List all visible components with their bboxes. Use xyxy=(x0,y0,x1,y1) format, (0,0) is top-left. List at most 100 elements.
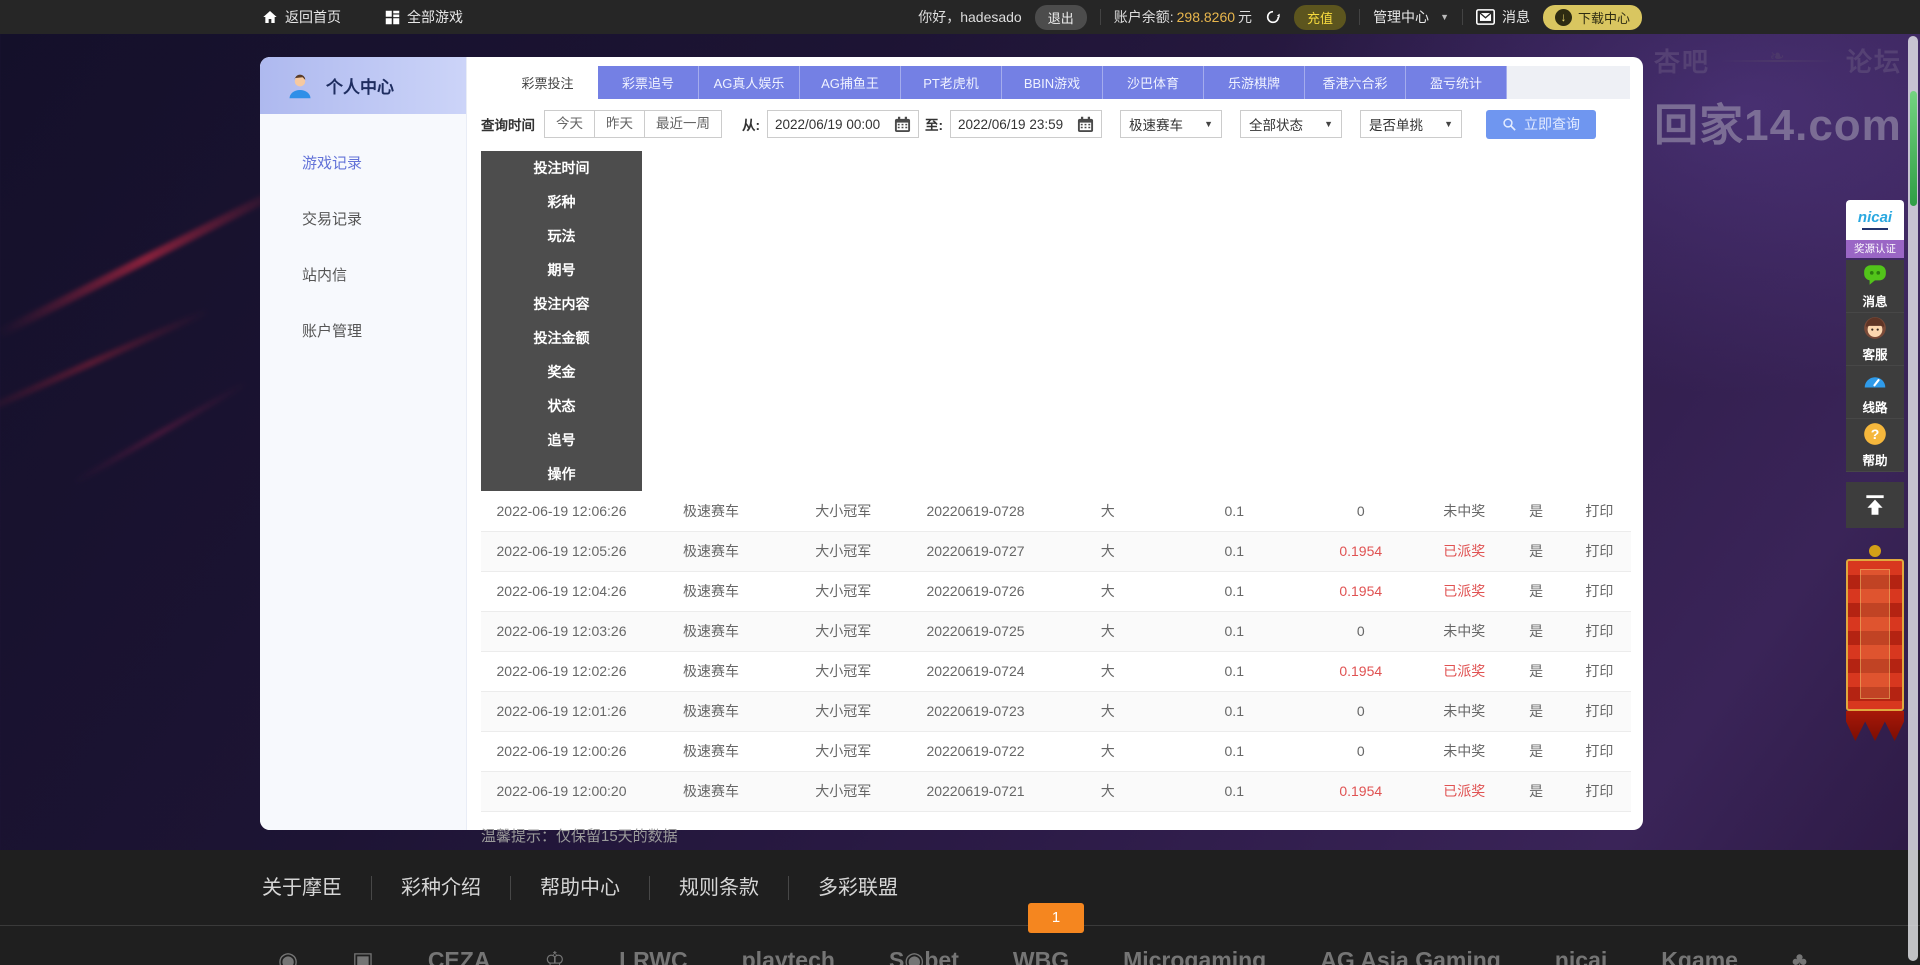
cell-status: 未中奖 xyxy=(1424,691,1505,731)
tab[interactable]: 盈亏统计 xyxy=(1406,66,1507,99)
logout-button[interactable]: 退出 xyxy=(1035,5,1087,30)
cell-play-type: 大小冠军 xyxy=(780,571,907,611)
all-games-link[interactable]: 全部游戏 xyxy=(385,7,463,27)
select-group: 极速赛车 ▼ 全部状态 ▼ 是否单挑 ▼ xyxy=(1102,110,1462,138)
balance-value: 298.8260 xyxy=(1177,9,1235,25)
filter-label: 查询时间 xyxy=(481,114,535,134)
tab[interactable]: AG捕鱼王 xyxy=(800,66,901,99)
nicai-logo-underline xyxy=(1862,228,1888,230)
search-button[interactable]: 立即查询 xyxy=(1486,110,1596,139)
cell-amount: 0.1 xyxy=(1171,531,1298,571)
ornament xyxy=(1718,60,1838,62)
promo-banner[interactable] xyxy=(1846,545,1904,741)
filter-select[interactable]: 极速赛车 ▼ xyxy=(1120,110,1222,138)
partner-logo: Kgame xyxy=(1661,935,1738,965)
tab[interactable]: AG真人娱乐 xyxy=(699,66,800,99)
nicai-cert-badge[interactable]: nicai xyxy=(1846,200,1904,240)
widget-item-service[interactable]: 客服 xyxy=(1846,313,1904,366)
cell-prize: 0.1954 xyxy=(1298,531,1425,571)
top-bar: 返回首页 全部游戏 你好，hadesado 退出 账户余额:298.8260元 … xyxy=(0,0,1920,34)
from-date-input[interactable]: 2022/06/19 00:00 xyxy=(767,110,919,138)
cell-prize: 0.1954 xyxy=(1298,771,1425,811)
cell-chase: 是 xyxy=(1505,491,1568,531)
quick-range-button[interactable]: 昨天 xyxy=(594,110,645,138)
tab[interactable]: BBIN游戏 xyxy=(1002,66,1103,99)
partner-logo: ◉ xyxy=(278,935,298,965)
partner-logo: S◉bet xyxy=(889,935,959,965)
partner-logo: ♣ xyxy=(1792,935,1807,965)
admin-menu[interactable]: 管理中心 ▼ xyxy=(1373,7,1449,27)
widget-item-help[interactable]: ? 帮助 xyxy=(1846,419,1904,472)
cell-prize: 0 xyxy=(1298,491,1425,531)
filter-select[interactable]: 全部状态 ▼ xyxy=(1240,110,1342,138)
tab[interactable]: 香港六合彩 xyxy=(1305,66,1406,99)
download-button[interactable]: ↓ 下载中心 xyxy=(1543,5,1642,30)
quick-range-button[interactable]: 最近一周 xyxy=(644,110,722,138)
sidebar-item[interactable]: 站内信 xyxy=(260,248,466,304)
scrollbar-track[interactable] xyxy=(1908,36,1918,961)
tab[interactable]: PT老虎机 xyxy=(901,66,1002,99)
tab-bar: 彩票投注彩票追号AG真人娱乐AG捕鱼王PT老虎机BBIN游戏沙巴体育乐游棋牌香港… xyxy=(497,66,1630,99)
print-link[interactable]: 打印 xyxy=(1568,491,1631,531)
widget-item-lines[interactable]: 线路 xyxy=(1846,366,1904,419)
partner-logo: LRWC xyxy=(619,935,688,965)
table-row: 2022-06-19 12:00:26 极速赛车 大小冠军 20220619-0… xyxy=(481,731,1631,771)
footer-link[interactable]: 帮助中心 xyxy=(510,876,649,900)
print-link[interactable]: 打印 xyxy=(1568,691,1631,731)
widget-item-label: 帮助 xyxy=(1862,450,1887,469)
cell-bet-time: 2022-06-19 12:03:26 xyxy=(481,611,642,651)
cell-bet-time: 2022-06-19 12:00:20 xyxy=(481,771,642,811)
back-to-top-button[interactable] xyxy=(1846,482,1904,528)
home-link[interactable]: 返回首页 xyxy=(262,7,341,27)
partner-logo: AG Asia Gaming xyxy=(1320,935,1501,965)
sidebar-item[interactable]: 交易记录 xyxy=(260,192,466,248)
sidebar-menu: 游戏记录交易记录站内信账户管理 xyxy=(260,114,466,360)
table-row: 2022-06-19 12:01:26 极速赛车 大小冠军 20220619-0… xyxy=(481,691,1631,731)
tab[interactable]: 乐游棋牌 xyxy=(1204,66,1305,99)
page-button[interactable]: 1 xyxy=(1028,903,1084,933)
footer-link[interactable]: 关于摩臣 xyxy=(262,876,371,900)
cell-chase: 是 xyxy=(1505,691,1568,731)
balance-unit: 元 xyxy=(1238,9,1252,25)
tab[interactable]: 彩票投注 xyxy=(497,66,598,99)
cell-bet-time: 2022-06-19 12:01:26 xyxy=(481,691,642,731)
svg-text:?: ? xyxy=(1871,426,1880,442)
footer-link[interactable]: 规则条款 xyxy=(649,876,788,900)
filter-select[interactable]: 是否单挑 ▼ xyxy=(1360,110,1462,138)
cell-lottery: 极速赛车 xyxy=(642,531,780,571)
sidebar-item[interactable]: 游戏记录 xyxy=(260,136,466,192)
print-link[interactable]: 打印 xyxy=(1568,571,1631,611)
cell-bet-time: 2022-06-19 12:00:26 xyxy=(481,731,642,771)
tab[interactable]: 沙巴体育 xyxy=(1103,66,1204,99)
calendar-icon[interactable] xyxy=(894,116,911,133)
sidebar-item[interactable]: 账户管理 xyxy=(260,304,466,360)
print-link[interactable]: 打印 xyxy=(1568,651,1631,691)
print-link[interactable]: 打印 xyxy=(1568,731,1631,771)
scrollbar-thumb[interactable] xyxy=(1910,91,1917,206)
messages-link[interactable]: 消息 xyxy=(1476,7,1530,27)
print-link[interactable]: 打印 xyxy=(1568,531,1631,571)
table-row: 2022-06-19 12:04:26 极速赛车 大小冠军 20220619-0… xyxy=(481,571,1631,611)
print-link[interactable]: 打印 xyxy=(1568,771,1631,811)
customer-service-icon xyxy=(1862,315,1888,341)
retention-note: 温馨提示：仅保留15天的数据 xyxy=(481,825,1643,846)
footer-link[interactable]: 多彩联盟 xyxy=(788,876,927,900)
tab[interactable]: 彩票追号 xyxy=(598,66,699,99)
table-header-cell: 投注金额 xyxy=(481,321,642,355)
refresh-icon[interactable] xyxy=(1265,9,1281,25)
recharge-button[interactable]: 充值 xyxy=(1294,5,1346,30)
table-header-row: 投注时间 彩种 玩法 期号 投注内容 投注金额 奖金 状态 追号 操作 xyxy=(481,151,1631,491)
home-label: 返回首页 xyxy=(285,7,341,27)
quick-range-button[interactable]: 今天 xyxy=(544,110,595,138)
widget-item-messages[interactable]: 消息 xyxy=(1846,260,1904,313)
watermark-site: 回家14.com xyxy=(1654,89,1902,153)
calendar-icon[interactable] xyxy=(1077,116,1094,133)
table-row: 2022-06-19 12:05:26 极速赛车 大小冠军 20220619-0… xyxy=(481,531,1631,571)
to-date-input[interactable]: 2022/06/19 23:59 xyxy=(950,110,1102,138)
cell-play-type: 大小冠军 xyxy=(780,691,907,731)
cell-bet-content: 大 xyxy=(1045,771,1172,811)
search-button-label: 立即查询 xyxy=(1524,114,1580,134)
avatar-icon xyxy=(286,72,314,100)
footer-link[interactable]: 彩种介绍 xyxy=(371,876,510,900)
print-link[interactable]: 打印 xyxy=(1568,611,1631,651)
